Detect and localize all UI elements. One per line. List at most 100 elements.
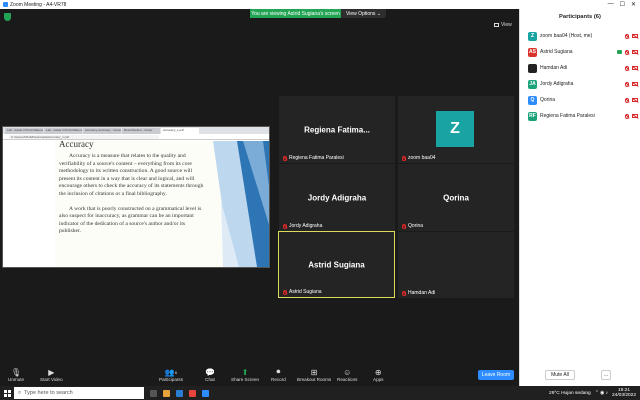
share-screen-label: Share Screen <box>231 377 260 382</box>
leave-room-button[interactable]: Leave Room <box>478 370 514 380</box>
tile-label: Astrid Sugiana <box>283 289 322 295</box>
view-button[interactable]: View <box>494 22 512 28</box>
slide-decoration <box>213 141 269 267</box>
task-view-icon[interactable] <box>150 389 157 397</box>
participants-label: Participants <box>159 377 184 382</box>
meeting-toolbar: 🎙 Unmute ▶ Start Video 👥 6 Participants 💬… <box>0 366 519 386</box>
muted-mic-icon[interactable] <box>625 113 629 119</box>
view-options-button[interactable]: View Options ⌄ <box>341 9 386 18</box>
muted-mic-icon[interactable] <box>625 49 629 55</box>
tray-icons[interactable]: ⌃ ◉ ♪ <box>595 391 608 396</box>
weather-text[interactable]: 29°C Hujan sedang <box>549 391 591 396</box>
breakout-rooms-button[interactable]: ⊞ Breakout Rooms <box>297 367 331 383</box>
muted-mic-icon[interactable] <box>625 97 629 103</box>
share-banner-message: You are viewing Astrid Sugiana's screen <box>250 9 342 18</box>
tile-display-name: Jordy Adigraha <box>307 193 367 202</box>
close-button[interactable]: ✕ <box>631 1 636 8</box>
video-off-icon <box>632 66 638 70</box>
zoom-taskbar-icon[interactable] <box>202 389 209 397</box>
browser-tab-active[interactable]: Accuracy_1.pdf <box>161 128 199 134</box>
more-options-button[interactable]: ... <box>601 370 611 380</box>
participant-row[interactable]: Z zoom baa04 (Host, me) <box>528 28 638 44</box>
edge-icon[interactable] <box>176 389 183 397</box>
tile-label-text: Hamdan Adi <box>408 290 436 296</box>
chrome-icon[interactable] <box>189 389 196 397</box>
zoom-logo-icon <box>3 2 8 7</box>
participants-panel: Participants (6) Z zoom baa04 (Host, me)… <box>519 9 640 386</box>
pdf-paragraph: Accuracy is a measure that relates to th… <box>59 153 204 197</box>
muted-mic-icon <box>402 223 406 229</box>
maximize-button[interactable]: ☐ <box>620 1 625 8</box>
clock[interactable]: 19:21 24/03/2022 <box>612 388 636 398</box>
mute-all-button[interactable]: Mute All <box>545 370 575 380</box>
participant-name: Jordy Adigraha <box>540 81 574 87</box>
participant-row[interactable]: Hamdan Adi <box>528 60 638 76</box>
taskbar-search[interactable]: ⌕ Type here to search <box>14 387 144 399</box>
panel-title: Participants (6) <box>559 14 601 20</box>
avatar: Z <box>436 111 474 147</box>
muted-mic-icon[interactable] <box>625 81 629 87</box>
video-tile-active-speaker[interactable]: Astrid Sugiana Astrid Sugiana <box>278 231 395 298</box>
video-off-icon <box>632 82 638 86</box>
participant-avatar: RF <box>528 111 537 121</box>
browser-tab[interactable]: Lab - Kelas 3 Prodi Matematika <box>5 128 43 134</box>
address-bar: C:/Users/ASUS/Downloads/Accuracy_1.pdf <box>3 134 269 140</box>
pdf-body: Accuracy is a measure that relates to th… <box>59 153 207 243</box>
search-icon: ⌕ <box>18 389 22 396</box>
muted-mic-icon <box>283 155 287 161</box>
record-button[interactable]: ⏺ Record <box>271 367 286 382</box>
tile-label-text: Regiena Fatima Paralesi <box>289 155 344 161</box>
tile-display-name: Astrid Sugiana <box>308 260 365 269</box>
share-screen-button[interactable]: ⬆ Share Screen <box>231 367 260 383</box>
muted-mic-icon[interactable] <box>625 33 629 39</box>
shared-screen[interactable]: Lab - Kelas 3 Prodi Matematika Lab - Kel… <box>2 126 270 268</box>
unmute-button[interactable]: 🎙 Unmute <box>8 367 24 383</box>
tile-label-text: zoom baa04 <box>408 155 436 161</box>
taskbar-apps <box>150 389 209 397</box>
video-tile[interactable]: Qorina Qorina <box>398 164 514 231</box>
system-tray: 29°C Hujan sedang ⌃ ◉ ♪ 19:21 24/03/2022 <box>549 388 640 398</box>
tile-display-name: Regiena Fatima... <box>304 125 370 134</box>
muted-mic-icon[interactable] <box>625 65 629 71</box>
muted-mic-icon <box>283 223 287 229</box>
video-tile[interactable]: Hamdan Adi <box>398 232 514 298</box>
tile-label: Regiena Fatima Paralesi <box>283 155 344 161</box>
participant-row[interactable]: RF Regiena Fatima Paralesi <box>528 108 638 124</box>
participant-avatar: Q <box>528 95 537 105</box>
pdf-viewer: Accuracy Accuracy is a measure that rela… <box>3 141 269 267</box>
file-explorer-icon[interactable] <box>163 389 170 397</box>
video-tile[interactable]: Regiena Fatima... Regiena Fatima Parales… <box>279 96 395 163</box>
pdf-heading: Accuracy <box>59 141 94 149</box>
record-label: Record <box>271 377 286 382</box>
browser-tab[interactable]: Reverbseiten - Cover <box>122 128 160 134</box>
windows-start-icon[interactable] <box>0 386 14 400</box>
tile-label: Jordy Adigraha <box>283 223 322 229</box>
minimize-button[interactable]: — <box>608 1 614 8</box>
tile-label-text: Astrid Sugiana <box>289 289 322 295</box>
url-text: C:/Users/ASUS/Downloads/Accuracy_1.pdf <box>9 134 159 139</box>
participants-icon: 👥 6 <box>164 367 178 377</box>
tile-display-name: Qorina <box>443 193 469 202</box>
chat-label: Chat <box>205 377 215 382</box>
muted-mic-icon <box>402 155 406 161</box>
chat-button[interactable]: 💬 Chat <box>205 367 215 383</box>
participants-button[interactable]: 👥 6 Participants <box>159 367 184 383</box>
browser-tab[interactable]: Lab - Kelas 3 Prodi Matematika <box>44 128 82 134</box>
participant-row[interactable]: Q Qorina <box>528 92 638 108</box>
window-titlebar: Zoom Meeting - A4-VR78 — ☐ ✕ <box>0 0 640 9</box>
video-off-icon <box>632 34 638 38</box>
participants-count: 6 <box>174 369 178 375</box>
video-camera-icon: ▶ <box>48 367 55 377</box>
browser-tab[interactable]: Accuracy-Accuracy - Cover <box>83 128 121 134</box>
participant-name: Hamdan Adi <box>540 65 568 71</box>
participant-name: Astrid Sugiana <box>540 49 573 55</box>
apps-button[interactable]: ⊕ Apps <box>373 367 383 383</box>
security-shield-icon[interactable] <box>4 13 11 21</box>
participant-row[interactable]: JA Jordy Adigraha <box>528 76 638 92</box>
start-video-button[interactable]: ▶ Start Video <box>40 367 63 383</box>
participant-row[interactable]: AS Astrid Sugiana <box>528 44 638 60</box>
reactions-button[interactable]: ☺ Reactions <box>337 367 357 383</box>
video-tile[interactable]: Jordy Adigraha Jordy Adigraha <box>279 164 395 231</box>
tile-label-text: Jordy Adigraha <box>289 223 323 229</box>
search-placeholder: Type here to search <box>24 390 73 396</box>
